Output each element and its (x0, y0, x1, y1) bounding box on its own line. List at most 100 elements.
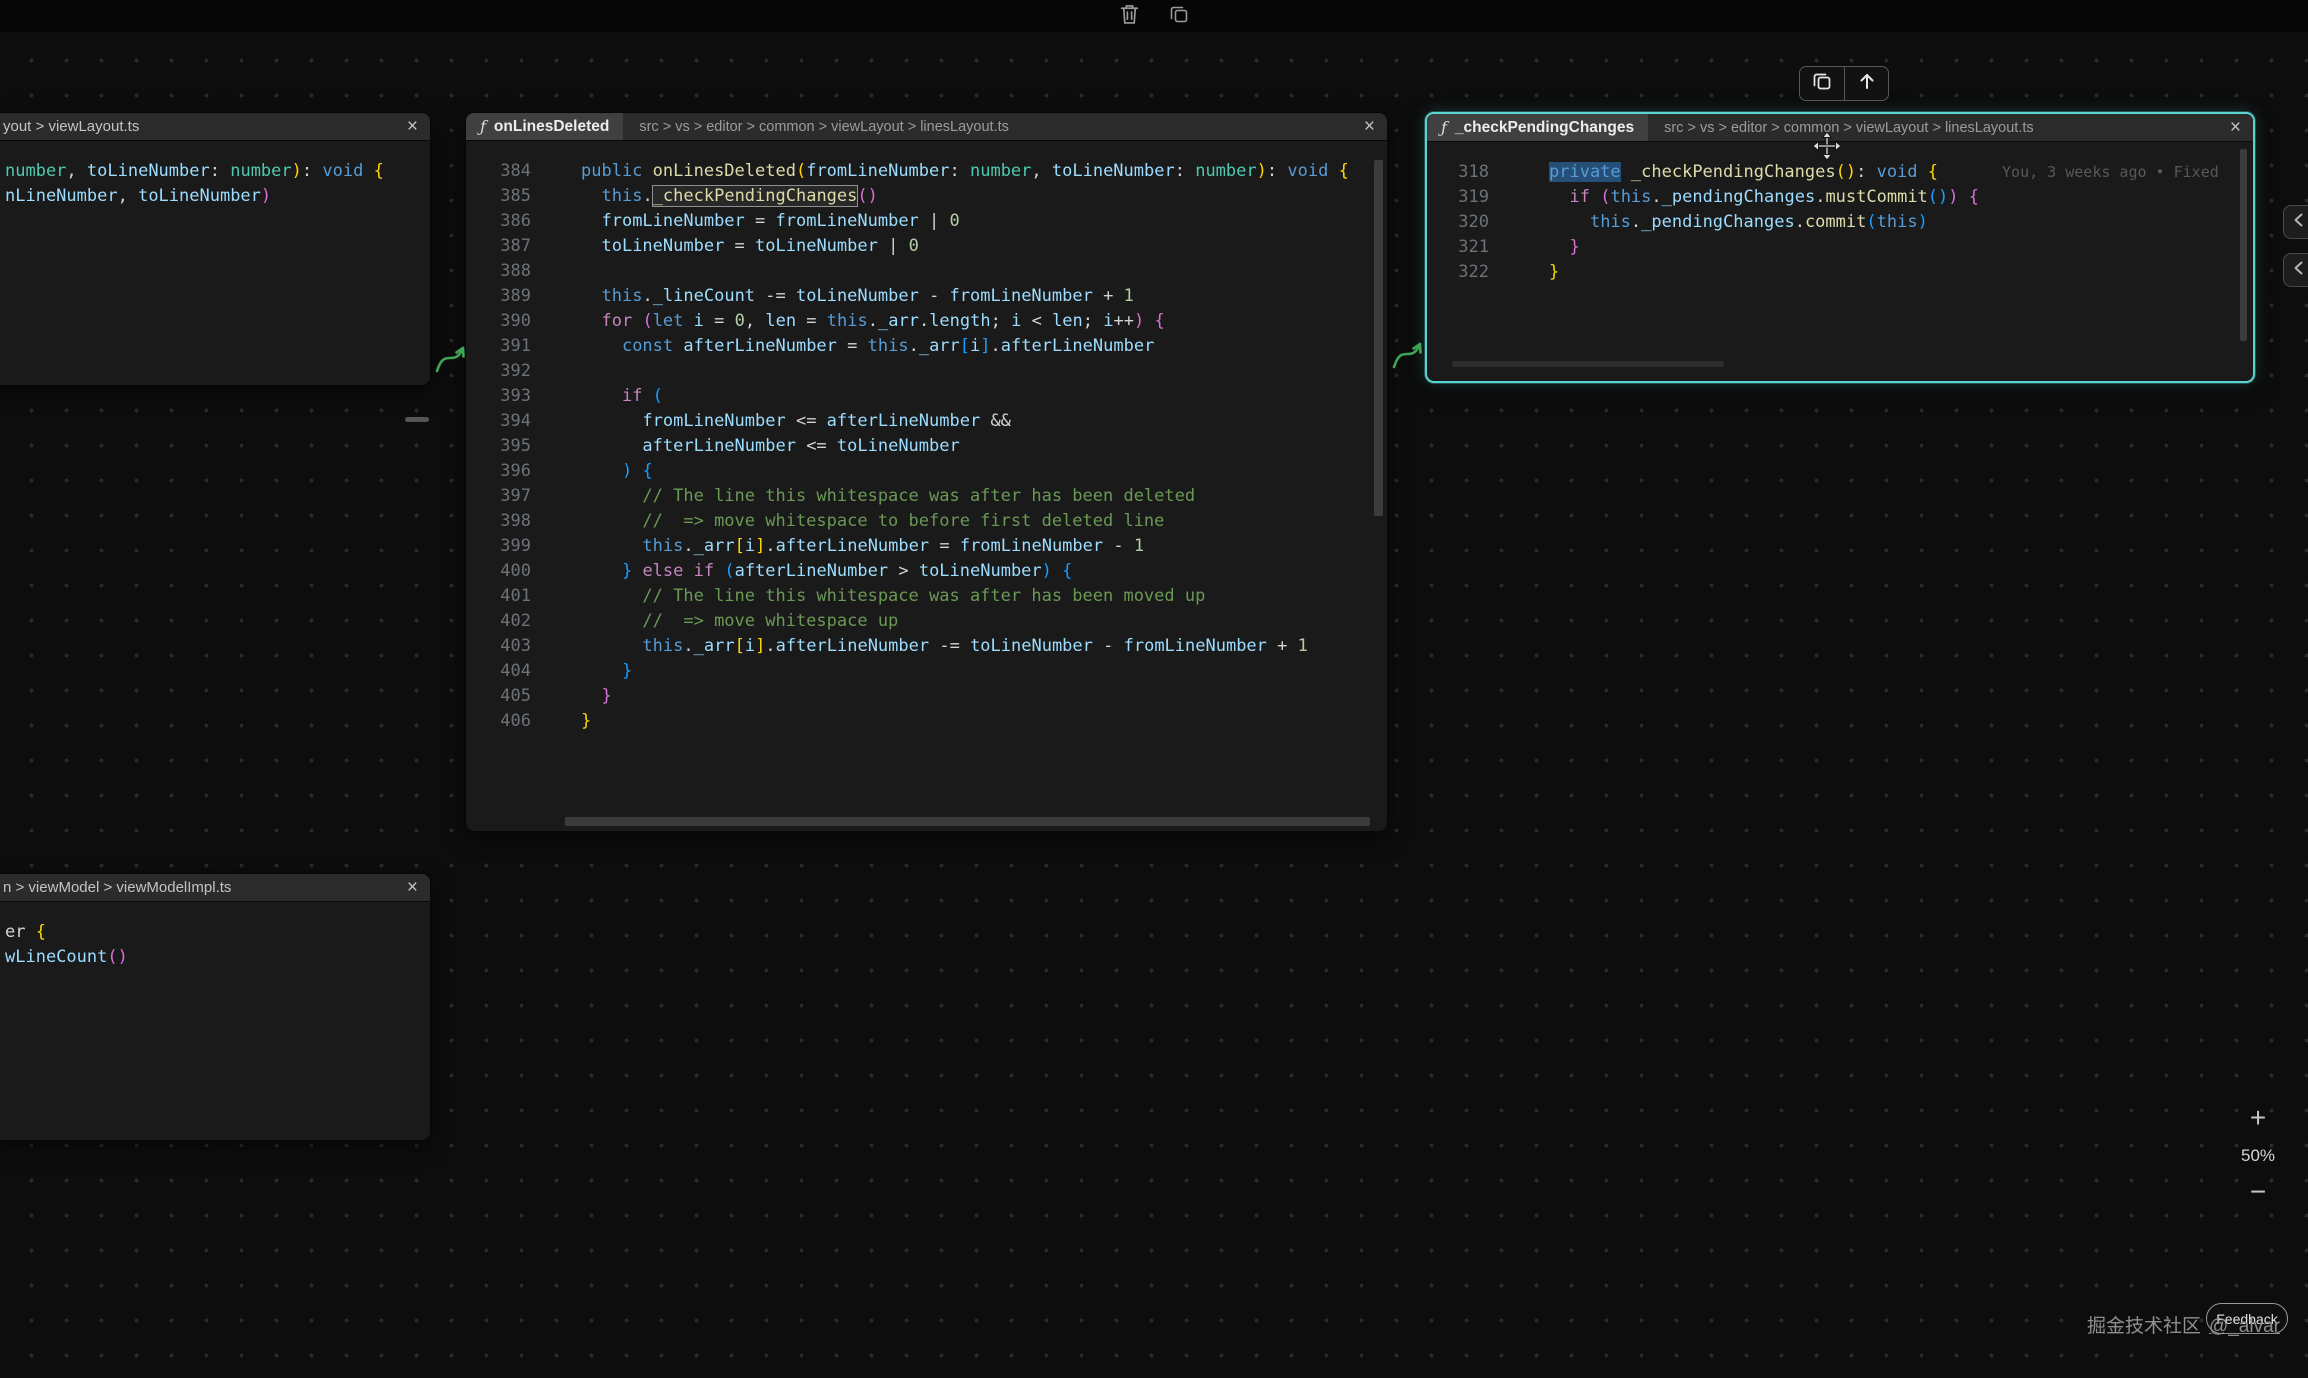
code-line[interactable]: 386 fromLineNumber = fromLineNumber | 0 (466, 209, 1387, 234)
code-line[interactable]: 322} (1427, 260, 2253, 285)
code-token: if (622, 386, 653, 406)
code-area[interactable]: er {wLineCount() (0, 902, 430, 970)
zoom-out-button[interactable]: − (2234, 1176, 2282, 1210)
code-line[interactable]: 389 this._lineCount -= toLineNumber - fr… (466, 284, 1387, 309)
function-tab[interactable]: ƒ onLinesDeleted (466, 113, 623, 140)
code-area[interactable]: number, toLineNumber: number): void {nLi… (0, 141, 430, 209)
code-line[interactable]: 397 // The line this whitespace was afte… (466, 484, 1387, 509)
close-icon[interactable]: × (2218, 118, 2253, 137)
code-text: afterLineNumber <= toLineNumber (581, 434, 960, 459)
zoom-level[interactable]: 50% (2234, 1146, 2282, 1166)
code-panel-viewlayout[interactable]: yout > viewLayout.ts × number, toLineNum… (0, 112, 431, 386)
code-line[interactable]: 384public onLinesDeleted(fromLineNumber:… (466, 159, 1387, 184)
code-line[interactable]: 391 const afterLineNumber = this._arr[i]… (466, 334, 1387, 359)
horizontal-scrollbar[interactable] (565, 817, 1370, 826)
panel-titlebar[interactable]: n > viewModel > viewModelImpl.ts × (0, 874, 430, 902)
code-token: afterLineNumber (1001, 336, 1155, 356)
code-line[interactable]: 399 this._arr[i].afterLineNumber = fromL… (466, 534, 1387, 559)
code-line[interactable]: 388 (466, 259, 1387, 284)
delete-button[interactable] (1115, 2, 1143, 30)
code-line[interactable]: 390 for (let i = 0, len = this._arr.leng… (466, 309, 1387, 334)
share-up-button[interactable] (1844, 67, 1888, 100)
code-text: er { (5, 920, 46, 945)
code-token: { (36, 922, 46, 942)
function-tab[interactable]: ƒ _checkPendingChanges (1427, 114, 1648, 141)
close-icon[interactable]: × (395, 878, 430, 897)
code-token: mustCommit (1825, 187, 1927, 207)
line-number: 320 (1427, 210, 1489, 235)
code-line[interactable]: er { (5, 920, 430, 945)
zoom-in-button[interactable]: + (2234, 1102, 2282, 1136)
code-token: ; (991, 311, 1011, 331)
code-line[interactable]: 406} (466, 709, 1387, 734)
code-line[interactable]: 319 if (this._pendingChanges.mustCommit(… (1427, 185, 2253, 210)
code-token: _arr (694, 536, 735, 556)
edge-collapse-button[interactable] (2283, 205, 2308, 239)
breadcrumb[interactable]: src > vs > editor > common > viewLayout … (639, 119, 1009, 135)
breadcrumb[interactable]: src > vs > editor > common > viewLayout … (1664, 120, 2034, 136)
code-line[interactable]: wLineCount() (5, 945, 430, 970)
code-line[interactable]: 404 } (466, 659, 1387, 684)
code-text: } (1549, 235, 1580, 260)
code-line[interactable]: number, toLineNumber: number): void { (5, 159, 430, 184)
code-line[interactable]: 392 (466, 359, 1387, 384)
function-name: onLinesDeleted (494, 118, 609, 136)
vertical-scrollbar[interactable] (2240, 149, 2247, 341)
code-token: // => move whitespace up (642, 611, 898, 631)
code-token: _pendingChanges (1641, 212, 1795, 232)
code-token: . (919, 311, 929, 331)
code-line[interactable]: 394 fromLineNumber <= afterLineNumber && (466, 409, 1387, 434)
line-number: 319 (1427, 185, 1489, 210)
code-token: toLineNumber (755, 236, 878, 256)
close-icon[interactable]: × (395, 117, 430, 136)
function-name: _checkPendingChanges (1455, 119, 1634, 137)
code-line[interactable]: 401 // The line this whitespace was afte… (466, 584, 1387, 609)
code-token: this (1590, 212, 1631, 232)
code-token (581, 486, 642, 506)
code-line[interactable]: 385 this._checkPendingChanges() (466, 184, 1387, 209)
edge-collapse-button[interactable] (2283, 253, 2308, 287)
code-line[interactable]: 387 toLineNumber = toLineNumber | 0 (466, 234, 1387, 259)
code-token: { (1155, 311, 1165, 331)
vertical-scrollbar[interactable] (1374, 160, 1383, 516)
code-token (581, 611, 642, 631)
close-icon[interactable]: × (1352, 117, 1387, 136)
code-token (581, 386, 622, 406)
code-token: . (1631, 212, 1641, 232)
duplicate-button[interactable] (1165, 2, 1193, 30)
line-number: 390 (466, 309, 531, 334)
code-token: ) (1134, 311, 1144, 331)
horizontal-scrollbar[interactable] (1452, 361, 1724, 367)
code-panel-viewmodelimpl[interactable]: n > viewModel > viewModelImpl.ts × er {w… (0, 873, 431, 1141)
code-line[interactable]: 320 this._pendingChanges.commit(this) (1427, 210, 2253, 235)
code-line[interactable]: 403 this._arr[i].afterLineNumber -= toLi… (466, 634, 1387, 659)
code-line[interactable]: 396 ) { (466, 459, 1387, 484)
code-token: afterLineNumber (642, 436, 796, 456)
code-token: . (642, 286, 652, 306)
code-token: 1 (1134, 536, 1144, 556)
code-line[interactable]: 400 } else if (afterLineNumber > toLineN… (466, 559, 1387, 584)
code-text: // The line this whitespace was after ha… (581, 584, 1205, 609)
code-line[interactable]: nLineNumber, toLineNumber) (5, 184, 430, 209)
function-icon: ƒ (1441, 118, 1447, 137)
copy-panel-button[interactable] (1800, 67, 1844, 100)
code-text: for (let i = 0, len = this._arr.length; … (581, 309, 1165, 334)
code-area[interactable]: 384public onLinesDeleted(fromLineNumber:… (466, 141, 1387, 734)
top-toolbar (0, 0, 2308, 32)
infinite-canvas[interactable]: yout > viewLayout.ts × number, toLineNum… (0, 0, 2308, 1378)
scrollbar-fragment[interactable] (405, 417, 429, 422)
code-line[interactable]: 405 } (466, 684, 1387, 709)
code-line[interactable]: 321 } (1427, 235, 2253, 260)
code-line[interactable]: 395 afterLineNumber <= toLineNumber (466, 434, 1387, 459)
panel-titlebar[interactable]: yout > viewLayout.ts × (0, 113, 430, 141)
code-token: 0 (950, 211, 960, 231)
code-token: -= (929, 636, 970, 656)
code-token: < (1021, 311, 1052, 331)
code-line[interactable]: 402 // => move whitespace up (466, 609, 1387, 634)
code-token: ) (1042, 561, 1052, 581)
code-line[interactable]: 398 // => move whitespace to before firs… (466, 509, 1387, 534)
panel-titlebar[interactable]: ƒ onLinesDeleted src > vs > editor > com… (466, 113, 1387, 141)
code-line[interactable]: 393 if ( (466, 384, 1387, 409)
code-token: i (1011, 311, 1021, 331)
code-panel-onlinesdeleted[interactable]: ƒ onLinesDeleted src > vs > editor > com… (465, 112, 1388, 832)
